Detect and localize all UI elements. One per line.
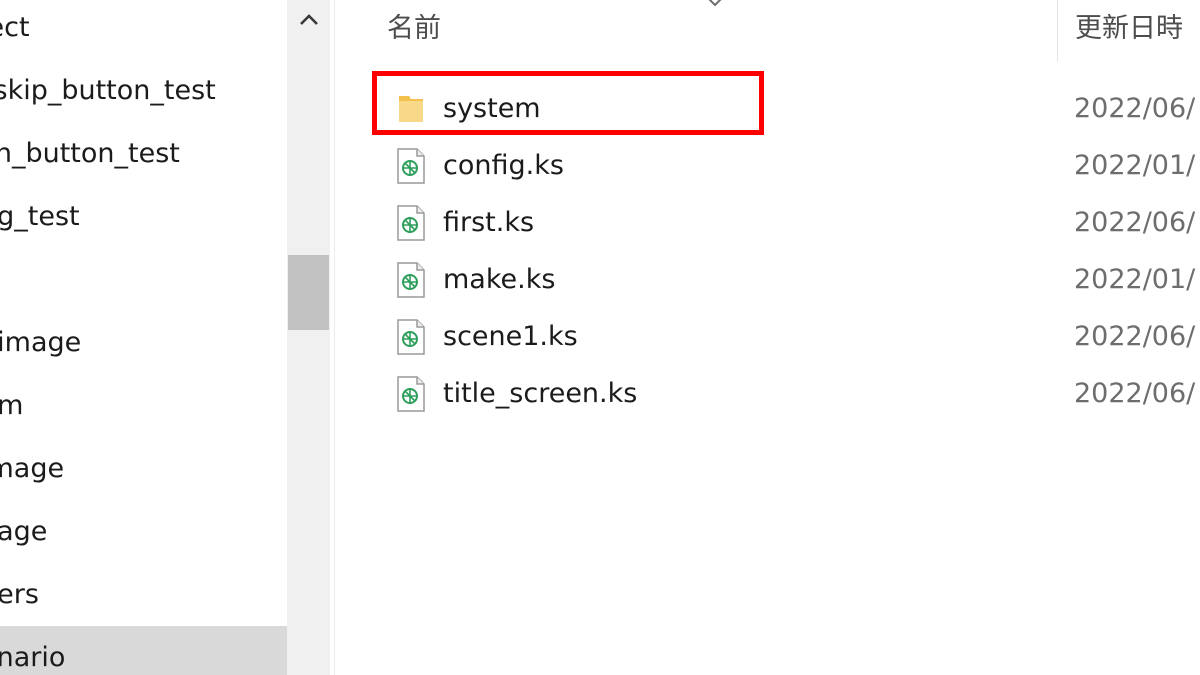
nav-item-scenario[interactable]: enario	[0, 626, 287, 675]
file-date-modified: 2022/06/	[1074, 378, 1196, 409]
nav-item-label: ng_test	[0, 201, 80, 232]
nav-item-project[interactable]: ject	[0, 0, 287, 59]
navigation-pane: ject _skip_button_test ch_button_test ng…	[0, 0, 287, 675]
file-date-modified: 2022/06/	[1074, 321, 1196, 352]
nav-item-others[interactable]: hers	[0, 563, 287, 626]
nav-item-label: ject	[0, 12, 30, 43]
file-date-modified: 2022/06/	[1074, 207, 1196, 238]
ks-file-icon	[397, 376, 425, 412]
nav-item-fgimage[interactable]: image	[0, 437, 287, 500]
nav-item-label: hers	[0, 579, 39, 610]
nav-item-label: ch_button_test	[0, 138, 180, 169]
folder-icon	[399, 96, 423, 122]
scroll-up-button[interactable]	[287, 0, 330, 40]
file-name: config.ks	[443, 150, 564, 181]
nav-item-skip-button-test[interactable]: _skip_button_test	[0, 59, 287, 122]
column-header-name[interactable]: 名前	[387, 0, 441, 58]
nav-item-label: gimage	[0, 327, 82, 358]
file-name: title_screen.ks	[443, 378, 638, 409]
ks-file-icon	[397, 148, 425, 184]
file-row-scene1-ks[interactable]: scene1.ks 2022/06/	[335, 308, 1200, 365]
nav-item-label: _skip_button_test	[0, 75, 216, 106]
nav-item-bgm[interactable]: gm	[0, 374, 287, 437]
file-list-pane: 名前 更新日時 system 2022/06/ config.ks 2022/0…	[335, 0, 1200, 675]
column-divider[interactable]	[1057, 0, 1058, 62]
nav-item-image[interactable]: nage	[0, 500, 287, 563]
ks-file-icon	[397, 205, 425, 241]
file-date-modified: 2022/01/	[1074, 150, 1196, 181]
nav-scrollbar[interactable]	[287, 0, 330, 675]
file-row-config-ks[interactable]: config.ks 2022/01/	[335, 137, 1200, 194]
nav-item-label: image	[0, 453, 65, 484]
ks-file-icon	[397, 319, 425, 355]
ks-file-icon	[397, 262, 425, 298]
file-explorer-window: ject _skip_button_test ch_button_test ng…	[0, 0, 1200, 675]
file-date-modified: 2022/06/	[1074, 93, 1196, 124]
chevron-up-icon	[299, 14, 318, 25]
file-name: first.ks	[443, 207, 535, 238]
sort-indicator-icon	[708, 0, 722, 7]
file-name: system	[443, 93, 541, 124]
nav-item-data[interactable]: a	[0, 248, 287, 311]
column-header-date-modified[interactable]: 更新日時	[1075, 0, 1183, 58]
file-row-system[interactable]: system 2022/06/	[335, 80, 1200, 137]
nav-item-ng-test[interactable]: ng_test	[0, 185, 287, 248]
file-date-modified: 2022/01/	[1074, 264, 1196, 295]
nav-item-bgimage[interactable]: gimage	[0, 311, 287, 374]
nav-item-switch-button-test[interactable]: ch_button_test	[0, 122, 287, 185]
file-name: scene1.ks	[443, 321, 578, 352]
nav-item-label: nage	[0, 516, 48, 547]
file-row-make-ks[interactable]: make.ks 2022/01/	[335, 251, 1200, 308]
nav-item-label: gm	[0, 390, 24, 421]
file-row-first-ks[interactable]: first.ks 2022/06/	[335, 194, 1200, 251]
file-name: make.ks	[443, 264, 556, 295]
file-row-title-screen-ks[interactable]: title_screen.ks 2022/06/	[335, 365, 1200, 422]
scrollbar-thumb[interactable]	[288, 255, 329, 330]
nav-item-label: enario	[0, 642, 66, 673]
